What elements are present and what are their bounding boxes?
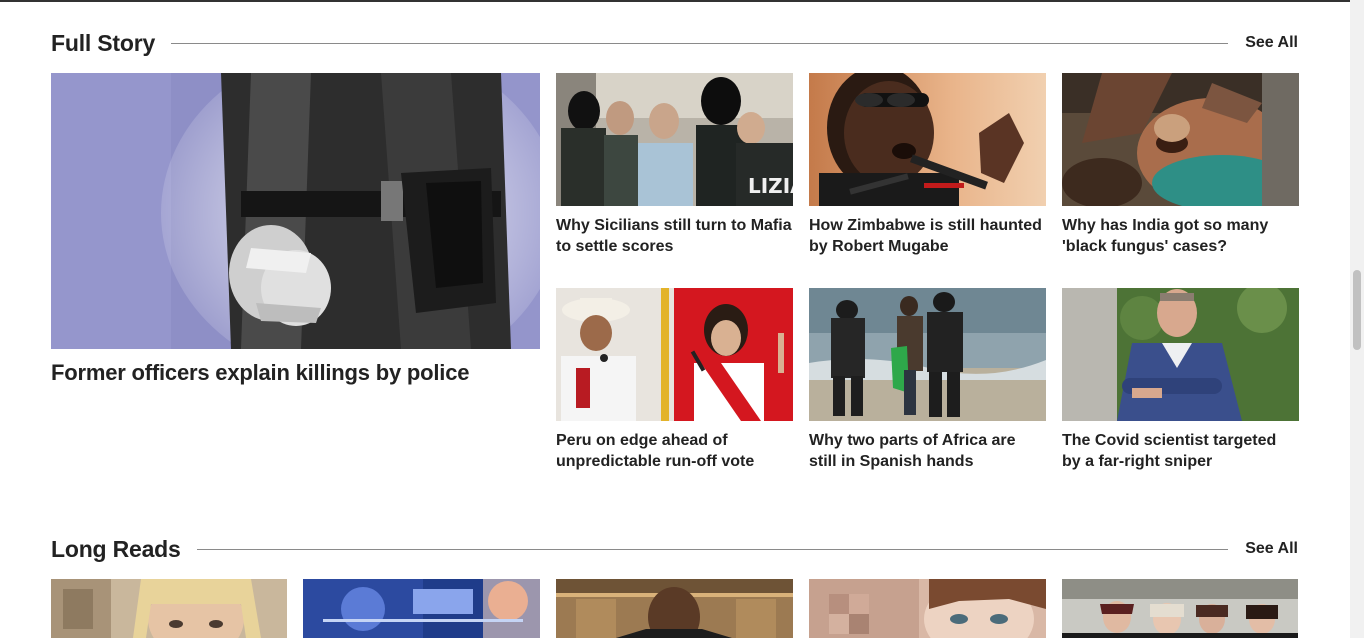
long-read-thumbnail-digital-art[interactable]	[303, 579, 540, 638]
scrollbar-thumb[interactable]	[1353, 270, 1361, 350]
story-title: Why has India got so many 'black fungus'…	[1062, 217, 1269, 255]
section-divider	[196, 548, 1229, 550]
story-thumbnail-scientist	[1062, 288, 1299, 421]
long-reads-see-all-link[interactable]: See All	[1245, 540, 1298, 558]
svg-text:LIZIA: LIZIA	[748, 174, 793, 198]
feature-story-title: Former officers explain killings by poli…	[51, 360, 470, 385]
long-read-thumbnail-group-women[interactable]	[1062, 579, 1298, 638]
story-title: Why Sicilians still turn to Mafia to set…	[556, 217, 792, 255]
vertical-scrollbar[interactable]	[1350, 0, 1364, 638]
page: Full Story See All Former officers expla…	[0, 0, 1364, 638]
story-card[interactable]: How Zimbabwe is still haunted by Robert …	[809, 73, 1046, 257]
story-title: Peru on edge ahead of unpredictable run-…	[556, 432, 755, 470]
story-thumbnail-beach-migrants	[809, 288, 1046, 421]
story-thumbnail-mugabe	[809, 73, 1046, 206]
story-card[interactable]: LIZIA Why Sicilians still turn to Mafia …	[556, 73, 793, 257]
story-thumbnail-peru-candidates	[556, 288, 793, 421]
story-thumbnail-eye-exam	[1062, 73, 1299, 206]
story-card[interactable]: Why has India got so many 'black fungus'…	[1062, 73, 1299, 257]
story-thumbnail-mafia-arrest: LIZIA	[556, 73, 793, 206]
feature-story[interactable]: Former officers explain killings by poli…	[51, 73, 540, 386]
story-title: Why two parts of Africa are still in Spa…	[809, 432, 1016, 470]
long-read-thumbnail-woman[interactable]	[51, 579, 287, 638]
full-story-header: Full Story See All	[51, 28, 1298, 58]
story-title: The Covid scientist targeted by a far-ri…	[1062, 432, 1277, 470]
feature-image-police-officer	[51, 73, 540, 349]
section-divider	[171, 42, 1229, 44]
story-title: How Zimbabwe is still haunted by Robert …	[809, 217, 1042, 255]
story-card[interactable]: The Covid scientist targeted by a far-ri…	[1062, 288, 1299, 472]
top-divider	[0, 0, 1350, 2]
long-reads-header: Long Reads See All	[51, 534, 1298, 564]
full-story-see-all-link[interactable]: See All	[1245, 34, 1298, 52]
story-card[interactable]: Why two parts of Africa are still in Spa…	[809, 288, 1046, 472]
long-read-thumbnail-blurred-face[interactable]	[809, 579, 1046, 638]
full-story-title: Full Story	[51, 29, 156, 56]
long-read-thumbnail-man-portrait[interactable]	[556, 579, 793, 638]
story-card[interactable]: Peru on edge ahead of unpredictable run-…	[556, 288, 793, 472]
long-reads-title: Long Reads	[51, 535, 181, 562]
